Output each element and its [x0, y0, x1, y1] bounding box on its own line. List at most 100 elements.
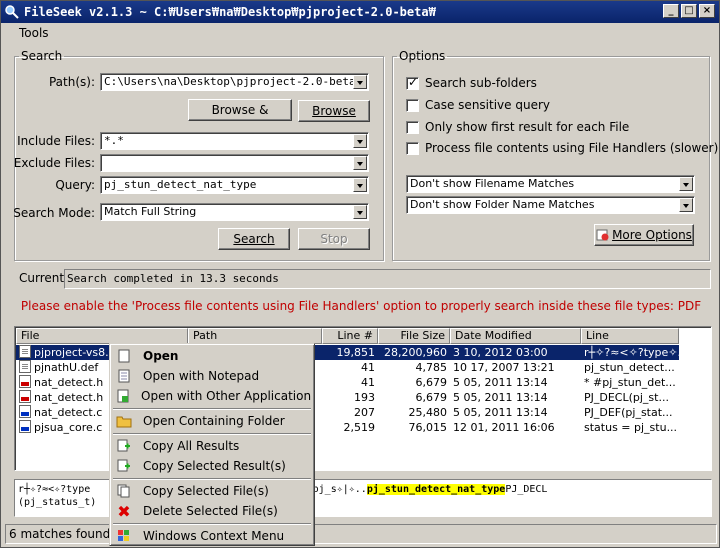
filename-matches-dropdown-button[interactable]	[679, 177, 693, 191]
col-path[interactable]: Path	[188, 328, 322, 344]
case-sensitive-checkbox[interactable]: Case sensitive query	[406, 98, 550, 112]
stop-button[interactable]: Stop	[298, 228, 370, 250]
cell-date: 5 05, 2011 13:14	[453, 391, 548, 404]
maximize-button[interactable]: □	[681, 4, 697, 18]
filename-matches-select[interactable]: Don't show Filename Matches	[406, 175, 695, 193]
sub-folders-box[interactable]	[406, 75, 419, 90]
menu-open[interactable]: Open	[113, 346, 311, 366]
file-handlers-box[interactable]	[406, 141, 419, 155]
close-button[interactable]: ×	[699, 4, 715, 18]
handler-warning: Please enable the 'Process file contents…	[20, 299, 702, 313]
menu-bar: Tools	[1, 23, 719, 42]
search-button[interactable]: Search	[218, 228, 290, 250]
copy-files-icon	[116, 483, 132, 499]
browse-button[interactable]: Browse	[298, 100, 370, 122]
col-file[interactable]: File	[16, 328, 188, 344]
cell-line: r┼✧?≈<✧?type✧...	[584, 346, 679, 359]
windows-logo-icon	[116, 528, 132, 544]
case-sensitive-box[interactable]	[406, 98, 419, 112]
exclude-combo[interactable]	[100, 154, 369, 172]
menu-open-other[interactable]: Open with Other Application	[113, 386, 311, 406]
col-file-size[interactable]: File Size	[378, 328, 450, 344]
notepad-icon	[116, 368, 132, 384]
minimize-button[interactable]: _	[663, 4, 679, 18]
cell-line: pj_stun_detect...	[584, 361, 675, 374]
include-dropdown-button[interactable]	[353, 134, 367, 148]
header-file-icon	[19, 375, 31, 388]
document-icon	[19, 345, 31, 358]
menu-separator	[113, 478, 311, 480]
open-with-icon	[116, 388, 130, 404]
folder-icon	[116, 413, 132, 429]
folder-matches-select[interactable]: Don't show Folder Name Matches	[406, 196, 695, 214]
copy-all-icon	[116, 438, 132, 454]
path-label: Path(s):	[48, 75, 95, 89]
current-label: Current:	[19, 271, 69, 285]
folder-matches-dropdown-button[interactable]	[679, 198, 693, 212]
results-header: File Path Line # File Size Date Modified…	[16, 328, 679, 344]
col-date-modified[interactable]: Date Modified	[450, 328, 581, 344]
cell-size: 76,015	[408, 421, 448, 434]
cell-size: 28,200,960	[384, 346, 447, 359]
menu-copy-selected-results[interactable]: Copy Selected Result(s)	[113, 456, 311, 476]
include-label: Include Files:	[17, 134, 95, 148]
document-icon	[19, 360, 31, 373]
cell-size: 25,480	[408, 406, 448, 419]
first-only-checkbox[interactable]: Only show first result for each File	[406, 120, 629, 134]
window-title: FileSeek v2.1.3 ~ C:₩Users₩na₩Desktop₩pj…	[24, 5, 436, 19]
file-handlers-checkbox[interactable]: Process file contents using File Handler…	[406, 141, 718, 155]
c-file-icon	[19, 405, 31, 418]
sub-folders-checkbox[interactable]: Search sub-folders	[406, 75, 537, 90]
header-file-icon	[19, 390, 31, 403]
menu-copy-all[interactable]: Copy All Results	[113, 436, 311, 456]
cell-size: 6,679	[415, 376, 448, 389]
cell-line: * #pj_stun_det...	[584, 376, 676, 389]
more-options-icon	[596, 229, 609, 241]
menu-windows-context[interactable]: Windows Context Menu	[113, 526, 311, 546]
mode-value: Match Full String	[104, 205, 197, 218]
cell-size: 6,679	[415, 391, 448, 404]
col-line-no[interactable]: Line #	[322, 328, 378, 344]
menu-open-notepad[interactable]: Open with Notepad	[113, 366, 311, 386]
query-value: pj_stun_detect_nat_type	[104, 178, 257, 191]
path-combo[interactable]: C:\Users\na\Desktop\pjproject-2.0-beta\	[100, 73, 369, 91]
cell-line-no: 19,851	[336, 346, 376, 359]
cell-line-no: 2,519	[343, 421, 376, 434]
magnifier-icon	[5, 5, 19, 19]
cell-line: status = pj_stu...	[584, 421, 678, 434]
query-combo[interactable]: pj_stun_detect_nat_type	[100, 176, 369, 194]
col-line[interactable]: Line	[581, 328, 679, 344]
exclude-label: Exclude Files:	[13, 156, 95, 170]
more-options-button[interactable]: More Options	[594, 224, 694, 246]
query-label: Query:	[55, 178, 95, 192]
title-bar[interactable]: FileSeek v2.1.3 ~ C:₩Users₩na₩Desktop₩pj…	[1, 1, 719, 23]
menu-tools[interactable]: Tools	[19, 26, 49, 40]
window-controls: _ □ ×	[663, 4, 715, 18]
query-dropdown-button[interactable]	[353, 178, 367, 192]
menu-delete-files[interactable]: ✖ Delete Selected File(s)	[113, 501, 311, 521]
menu-separator	[113, 408, 311, 410]
cell-line-no: 207	[354, 406, 375, 419]
search-legend: Search	[21, 49, 63, 63]
browse-amp-button[interactable]: Browse &	[188, 99, 292, 121]
cell-line-no: 41	[361, 361, 375, 374]
menu-copy-files[interactable]: Copy Selected File(s)	[113, 481, 311, 501]
mode-dropdown-button[interactable]	[353, 205, 367, 219]
current-status: Search completed in 13.3 seconds	[64, 269, 711, 289]
menu-open-folder[interactable]: Open Containing Folder	[113, 411, 311, 431]
fileseek-window: FileSeek v2.1.3 ~ C:₩Users₩na₩Desktop₩pj…	[0, 0, 720, 548]
cell-line-no: 193	[354, 391, 375, 404]
mode-select[interactable]: Match Full String	[100, 203, 369, 221]
cell-date: 3 10, 2012 03:00	[453, 346, 548, 359]
cell-line: PJ_DECL(pj_st...	[584, 391, 669, 404]
path-dropdown-button[interactable]	[353, 75, 367, 89]
cell-line: PJ_DEF(pj_stat...	[584, 406, 673, 419]
mode-label: Search Mode:	[13, 206, 95, 220]
first-only-box[interactable]	[406, 120, 419, 134]
query-highlight: pj_stun_detect_nat_type	[366, 484, 506, 495]
open-icon	[116, 348, 132, 364]
exclude-dropdown-button[interactable]	[353, 156, 367, 170]
include-combo[interactable]: *.*	[100, 132, 369, 150]
match-count: 6 matches found	[9, 527, 111, 541]
cell-date: 10 17, 2007 13:21	[453, 361, 555, 374]
